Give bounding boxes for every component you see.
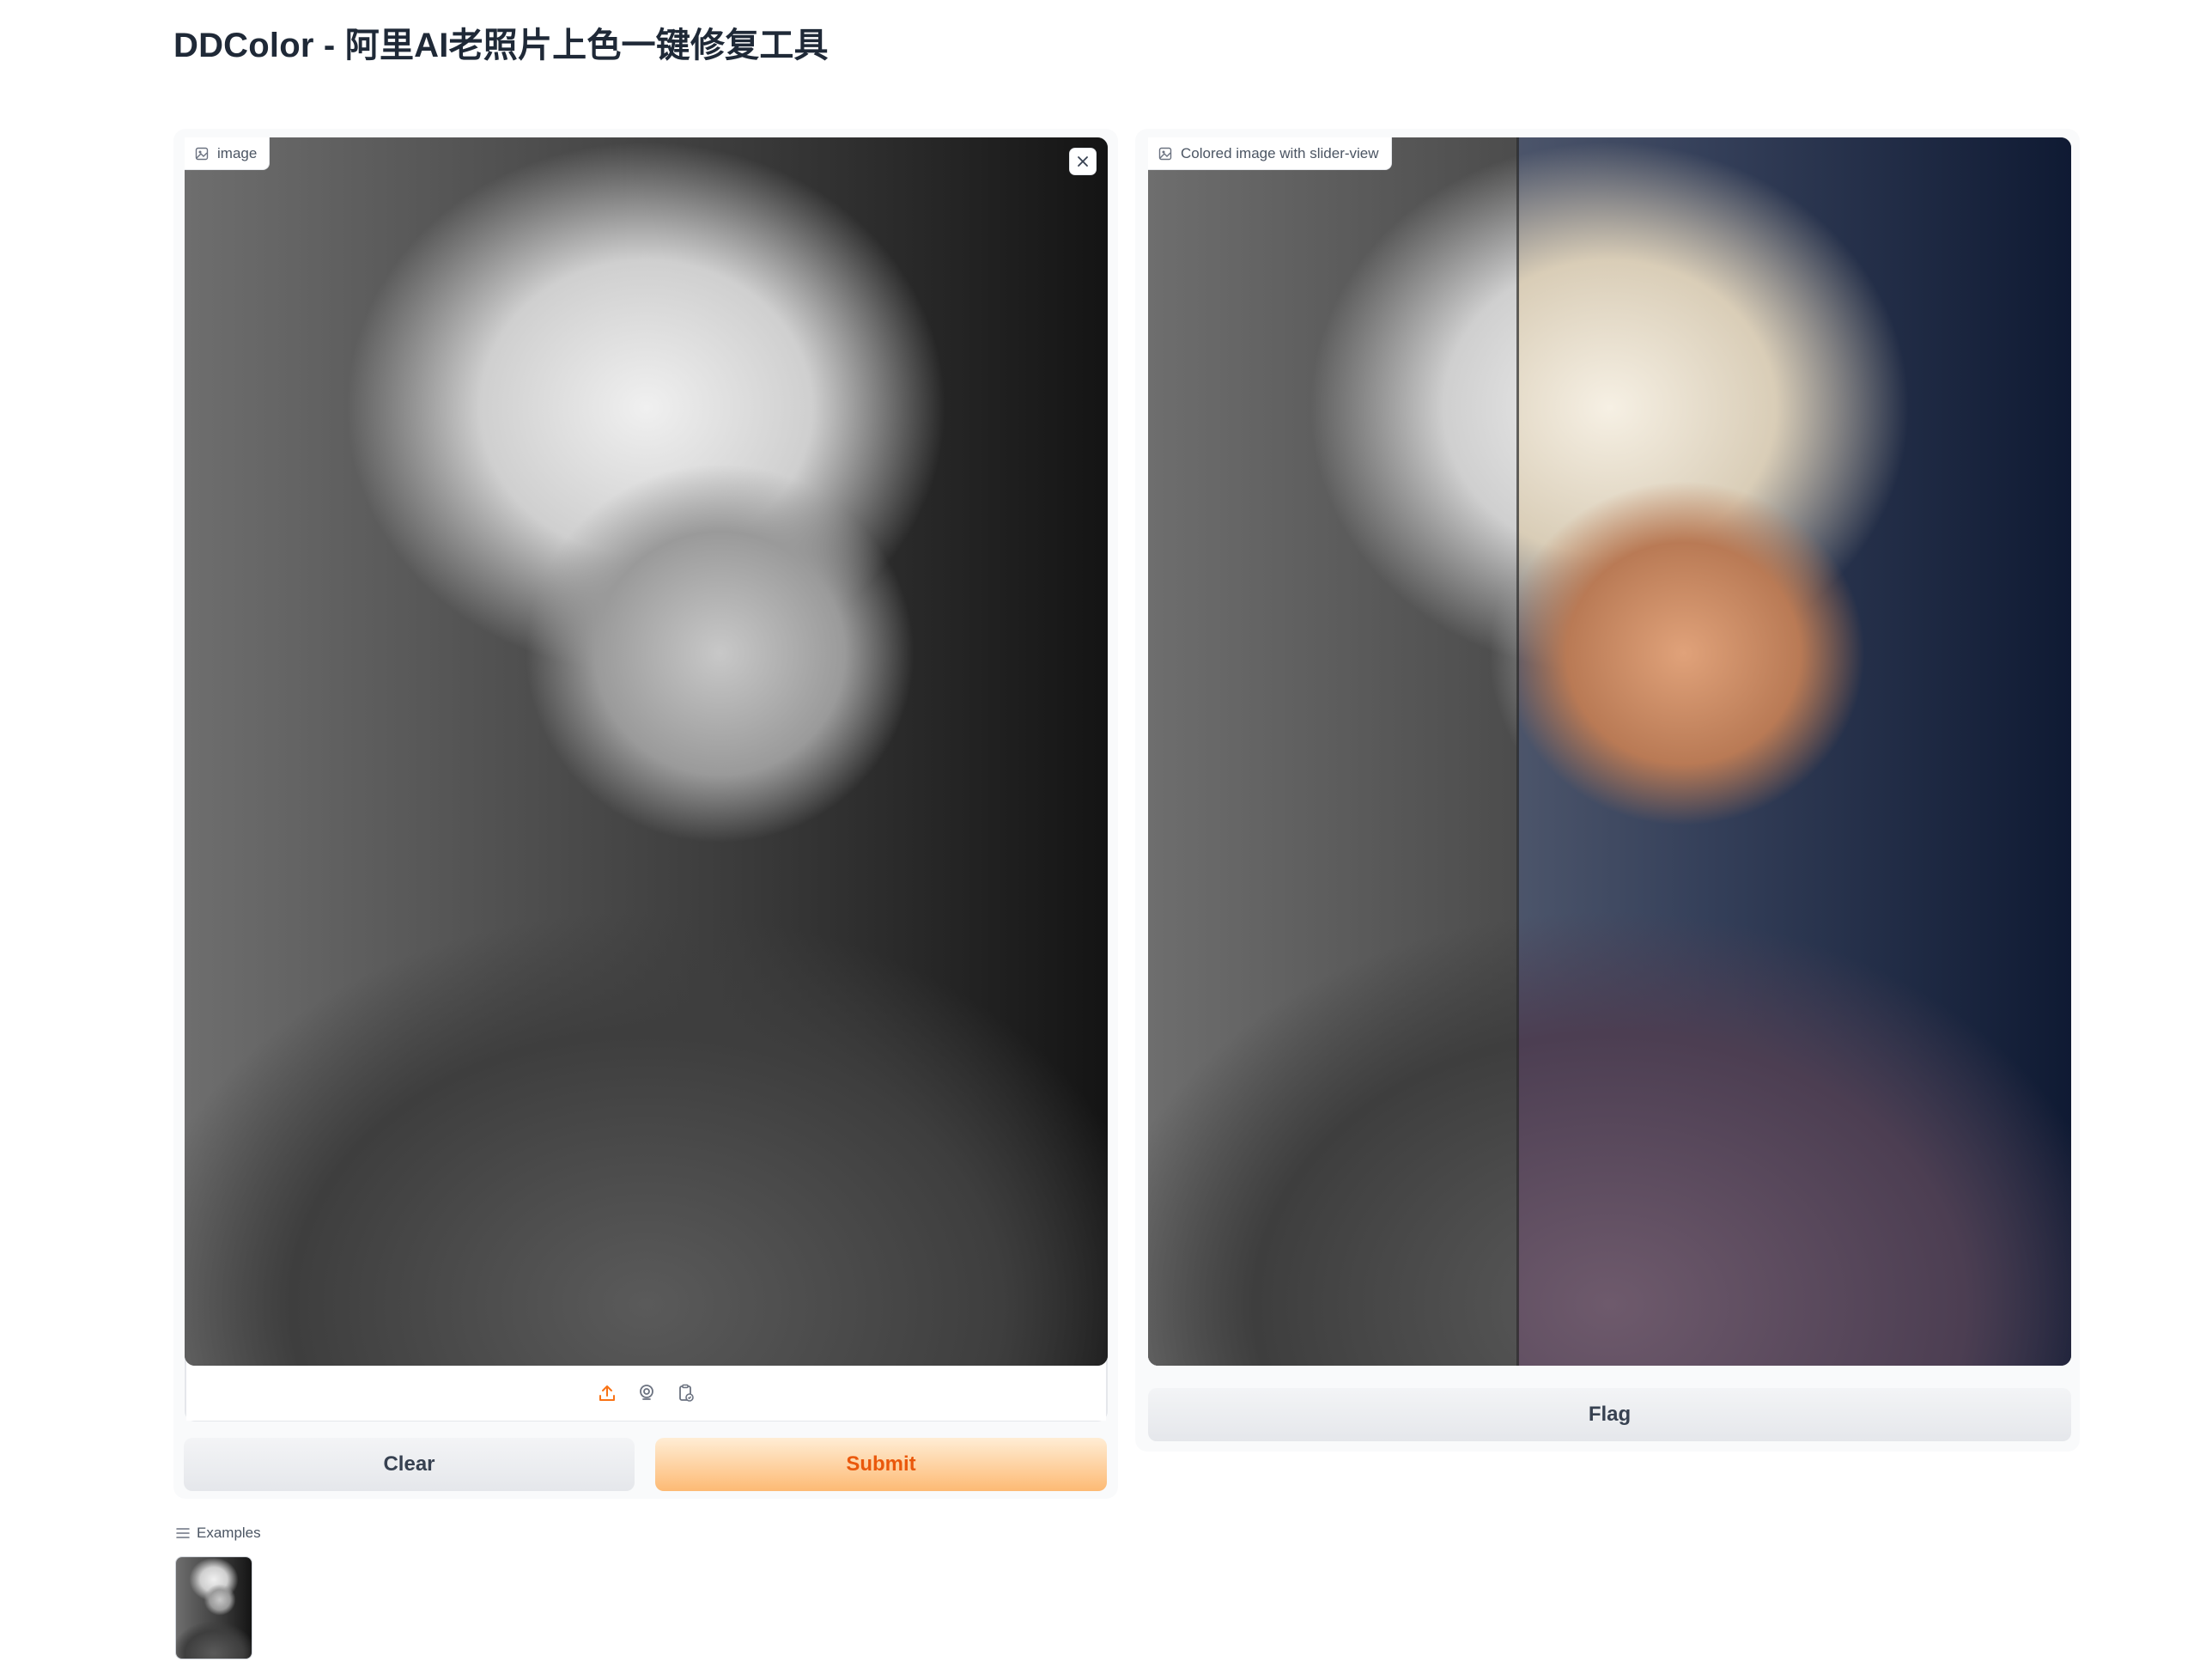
input-image (185, 137, 1108, 1366)
paste-button[interactable] (674, 1381, 698, 1405)
comparison-slider-handle[interactable] (1516, 137, 1519, 1366)
image-icon (1158, 147, 1172, 160)
clipboard-icon (678, 1384, 694, 1402)
output-image-label: Colored image with slider-view (1148, 137, 1392, 170)
source-toolbar (186, 1366, 1106, 1421)
page-title: DDColor - 阿里AI老照片上色一键修复工具 (173, 27, 829, 64)
examples-header: Examples (176, 1525, 261, 1542)
clear-button[interactable]: Clear (184, 1438, 635, 1491)
original-portrait (1148, 137, 1517, 1366)
image-icon (195, 147, 209, 160)
input-image-label-text: image (217, 144, 258, 161)
submit-button[interactable]: Submit (655, 1438, 1107, 1491)
example-thumbnail[interactable] (175, 1556, 252, 1659)
input-portrait (185, 137, 1108, 1366)
original-half (1148, 137, 1517, 1366)
remove-image-button[interactable] (1069, 148, 1097, 175)
flag-button[interactable]: Flag (1148, 1388, 2071, 1441)
webcam-button[interactable] (635, 1381, 659, 1405)
upload-icon (599, 1385, 615, 1401)
close-icon (1078, 156, 1088, 167)
webcam-icon (639, 1385, 653, 1400)
input-image-label: image (185, 137, 270, 170)
einstein-thumbnail (176, 1557, 252, 1659)
list-icon (176, 1528, 190, 1538)
output-image-label-text: Colored image with slider-view (1181, 144, 1379, 161)
upload-button[interactable] (595, 1381, 619, 1405)
examples-label: Examples (197, 1525, 261, 1541)
